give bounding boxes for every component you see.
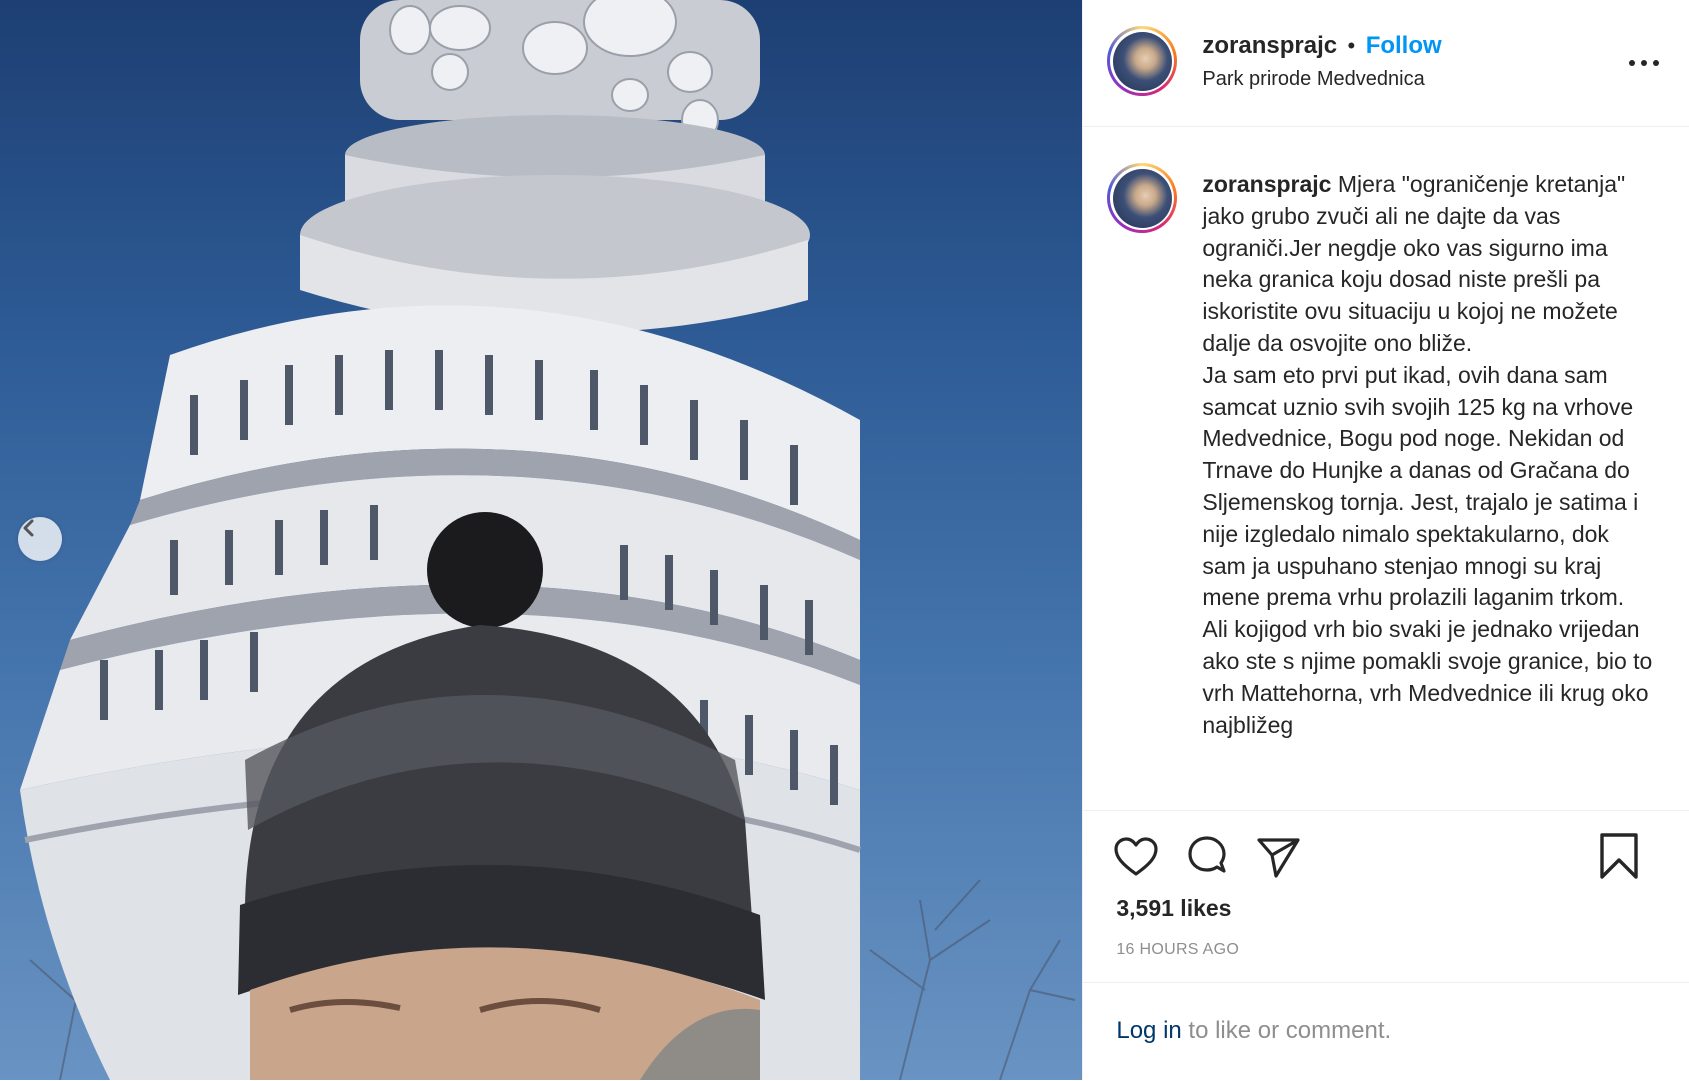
caption: zoransprajc Mjera "ograničenje kretanja"… bbox=[1202, 169, 1652, 741]
bookmark-icon bbox=[1600, 833, 1639, 879]
chevron-left-icon bbox=[23, 519, 34, 537]
login-rest: to like or comment. bbox=[1181, 1017, 1392, 1044]
avatar[interactable] bbox=[1107, 26, 1178, 96]
save-button[interactable] bbox=[1595, 831, 1643, 886]
location-link[interactable]: Park prirode Medvednica bbox=[1202, 68, 1424, 91]
login-text: Log in to like or comment. bbox=[1116, 1017, 1391, 1045]
like-button[interactable] bbox=[1112, 833, 1160, 886]
login-prompt: Log in to like or comment. bbox=[1083, 982, 1689, 1081]
follow-button[interactable]: Follow bbox=[1366, 32, 1442, 59]
previous-slide-button[interactable] bbox=[18, 517, 62, 561]
instagram-post: zoransprajc • Follow Park prirode Medved… bbox=[0, 0, 1689, 1080]
more-options-icon[interactable] bbox=[1629, 48, 1659, 78]
post-header: zoransprajc • Follow Park prirode Medved… bbox=[1083, 0, 1689, 127]
photo-illustration bbox=[20, 0, 1076, 1080]
login-link[interactable]: Log in bbox=[1116, 1017, 1181, 1044]
likes-count[interactable]: 3,591 likes bbox=[1116, 895, 1231, 922]
header-title-row: zoransprajc • Follow bbox=[1202, 32, 1441, 60]
caption-username[interactable]: zoransprajc bbox=[1202, 171, 1331, 197]
heart-icon bbox=[1114, 837, 1158, 876]
header-username[interactable]: zoransprajc bbox=[1202, 32, 1337, 59]
caption-avatar[interactable] bbox=[1107, 163, 1178, 233]
post-photo[interactable] bbox=[0, 0, 1083, 1080]
comment-button[interactable] bbox=[1183, 833, 1231, 886]
send-icon bbox=[1257, 838, 1300, 878]
post-side-panel: zoransprajc • Follow Park prirode Medved… bbox=[1082, 0, 1689, 1080]
comments-section[interactable]: zoransprajc Mjera "ograničenje kretanja"… bbox=[1083, 127, 1689, 809]
separator-dot: • bbox=[1347, 33, 1356, 58]
caption-text: Mjera "ograničenje kretanja" jako grubo … bbox=[1202, 171, 1653, 738]
share-button[interactable] bbox=[1254, 833, 1302, 886]
action-bar: 3,591 likes 16 HOURS AGO bbox=[1083, 810, 1689, 983]
comment-icon bbox=[1188, 836, 1226, 873]
post-timestamp[interactable]: 16 HOURS AGO bbox=[1116, 941, 1239, 959]
